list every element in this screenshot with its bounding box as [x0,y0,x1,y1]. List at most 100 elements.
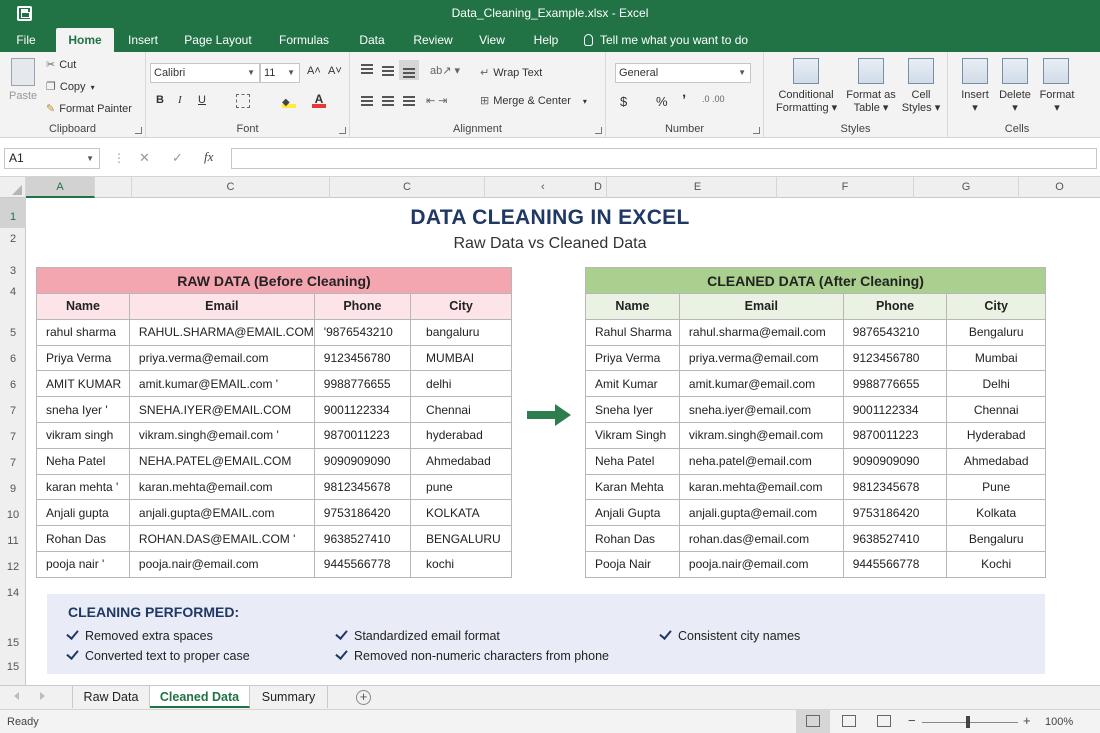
font-color-icon[interactable]: A [312,92,326,108]
column-header[interactable]: G [914,177,1019,198]
copy-button[interactable]: ❐ Copy ▾ [46,80,95,93]
table-cell-city[interactable]: KOLKATA [410,499,512,527]
table-cell-email[interactable]: sneha.iyer@email.com [678,396,844,423]
table-cell-phone[interactable]: 9870011223 [842,421,948,449]
enter-icon[interactable]: ✓ [172,150,183,166]
table-cell-phone[interactable]: 9638527410 [842,525,948,552]
decimal-icons[interactable]: .0 .00 [702,94,725,104]
format-as-table-icon[interactable] [858,58,884,84]
table-cell-email[interactable]: neha.patel@email.com [678,447,844,475]
table-cell-city[interactable]: MUMBAI [410,344,512,372]
add-sheet-icon[interactable]: + [356,690,371,705]
table-cell-city[interactable]: Bengaluru [946,525,1046,552]
row-header[interactable]: 15 [0,630,26,656]
italic-button[interactable]: I [178,94,182,106]
column-header[interactable] [95,177,132,198]
table-cell-city[interactable]: bangaluru [410,318,512,346]
table-cell-phone[interactable]: 9988776655 [313,370,412,398]
font-name-select[interactable]: Calibri ▼ [150,63,260,83]
tab-help[interactable]: Help [528,28,564,52]
table-cell-email[interactable]: karan.mehta@email.com [678,473,844,501]
align-middle-icon[interactable] [382,66,394,76]
tab-file[interactable]: File [8,28,44,52]
table-cell-email[interactable]: priya.verma@email.com [678,344,844,372]
tell-me-search[interactable]: Tell me what you want to do [584,28,754,52]
percent-button[interactable]: % [656,94,668,109]
table-cell-email[interactable]: pooja.nair@email.com [678,550,844,578]
table-cell-email[interactable]: amit.kumar@email.com [678,370,844,398]
table-cell-city[interactable]: Mumbai [946,344,1046,372]
align-top-icon[interactable] [361,64,373,74]
insert-button[interactable]: Insert ▾ [956,89,994,114]
cell-styles-button[interactable]: Cell Styles ▾ [900,89,942,114]
normal-view-icon[interactable] [806,715,820,727]
clipboard-launcher-icon[interactable] [135,127,142,134]
table-cell-name[interactable]: Sneha Iyer [585,396,680,423]
row-header[interactable]: 9 [0,476,26,502]
zoom-slider-track[interactable] [922,722,1018,723]
cell-styles-icon[interactable] [908,58,934,84]
paste-button[interactable]: Paste [9,90,37,102]
row-header[interactable]: 3 [0,250,26,282]
cancel-icon[interactable]: ✕ [139,150,150,166]
comma-button[interactable]: ʼ [682,92,686,109]
sheet-prev-icon[interactable] [14,692,19,700]
wrap-text-button[interactable]: ↵ Wrap Text [480,66,542,79]
borders-icon[interactable] [236,94,250,108]
merge-center-button[interactable]: ⊞ Merge & Center ▾ [480,94,587,107]
table-cell-phone[interactable]: 9876543210 [842,318,948,346]
underline-button[interactable]: U [198,94,206,106]
number-launcher-icon[interactable] [753,127,760,134]
table-cell-email[interactable]: rahul.sharma@email.com [678,318,844,346]
align-right-icon[interactable] [403,96,415,106]
table-cell-phone[interactable]: 9638527410 [313,525,412,552]
row-header[interactable]: 7 [0,450,26,476]
table-cell-email[interactable]: SNEHA.IYER@EMAIL.COM [128,396,315,423]
table-cell-name[interactable]: Vikram Singh [585,421,680,449]
table-cell-email[interactable]: RAHUL.SHARMA@EMAIL.COM [128,318,315,346]
font-launcher-icon[interactable] [339,127,346,134]
table-cell-phone[interactable]: 9988776655 [842,370,948,398]
insert-cells-icon[interactable] [962,58,988,84]
zoom-in-button[interactable]: + [1023,713,1031,728]
table-cell-city[interactable]: Ahmedabad [946,447,1046,475]
table-cell-city[interactable]: Delhi [946,370,1046,398]
table-cell-city[interactable]: BENGALURU [410,525,512,552]
formula-input[interactable] [231,148,1097,169]
tab-formulas[interactable]: Formulas [272,28,336,52]
table-cell-city[interactable]: Ahmedabad [410,447,512,475]
sheet-tab-cleaned-data[interactable]: Cleaned Data [150,686,250,708]
table-cell-city[interactable]: kochi [410,550,512,578]
select-all-button[interactable] [0,177,26,198]
row-header[interactable]: 4 [0,282,26,302]
table-cell-email[interactable]: vikram.singh@email.com [678,421,844,449]
table-cell-city[interactable]: Kochi [946,550,1046,578]
table-cell-name[interactable]: Rahul Sharma [585,318,680,346]
table-cell-name[interactable]: Priya Verma [36,344,130,372]
row-header[interactable]: 7 [0,424,26,450]
delete-cells-icon[interactable] [1002,58,1028,84]
shrink-font-button[interactable]: A˅ [328,65,342,77]
table-cell-phone[interactable]: 9753186420 [313,499,412,527]
bold-button[interactable]: B [156,94,164,106]
tab-insert[interactable]: Insert [120,28,166,52]
table-cell-phone[interactable]: 9001122334 [313,396,412,423]
zoom-slider-thumb[interactable] [966,716,970,728]
name-box[interactable]: A1 ▼ [4,148,100,169]
table-cell-email[interactable]: priya.verma@email.com [128,344,315,372]
insert-function-icon[interactable]: fx [204,149,213,165]
table-cell-name[interactable]: Karan Mehta [585,473,680,501]
sheet-tab-raw-data[interactable]: Raw Data [72,686,150,708]
tab-review[interactable]: Review [408,28,458,52]
zoom-out-button[interactable]: − [908,713,916,728]
table-cell-name[interactable]: Rohan Das [36,525,130,552]
row-header[interactable]: 12 [0,554,26,580]
table-cell-phone[interactable]: 9445566778 [842,550,948,578]
row-header[interactable]: 14 [0,580,26,606]
tab-home[interactable]: Home [56,28,114,52]
table-cell-name[interactable]: AMIT KUMAR [36,370,130,398]
table-cell-name[interactable]: rahul sharma [36,318,130,346]
column-header[interactable]: A [26,177,95,198]
table-cell-phone[interactable]: 9123456780 [313,344,412,372]
table-cell-name[interactable]: Anjali Gupta [585,499,680,527]
